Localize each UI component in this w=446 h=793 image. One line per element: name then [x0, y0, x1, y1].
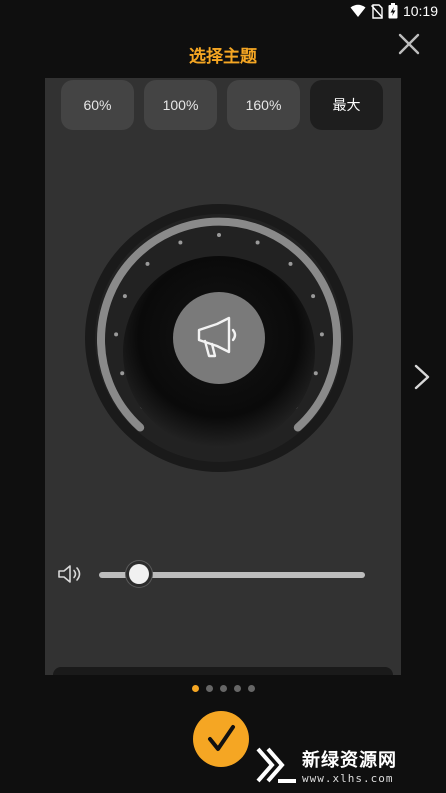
pagination-dots	[0, 685, 446, 692]
knob-tick-dot	[313, 371, 318, 376]
knob-tick-dot	[114, 332, 119, 337]
card-bottom-bar	[53, 667, 393, 675]
close-icon[interactable]	[396, 31, 422, 57]
watermark: 新绿资源网 www.xlhs.com	[256, 740, 436, 790]
status-icons: 10:19	[350, 3, 438, 19]
watermark-logo	[256, 747, 296, 783]
confirm-button[interactable]	[193, 711, 249, 767]
page-title: 选择主题	[189, 47, 257, 67]
volume-slider-row	[57, 558, 387, 588]
battery-charging-icon	[388, 3, 398, 19]
checkmark-icon	[208, 725, 235, 751]
megaphone-badge	[173, 292, 265, 384]
knob-tick-dot	[178, 240, 183, 245]
pagination-dot[interactable]	[247, 685, 255, 692]
pagination-dot[interactable]	[205, 685, 213, 692]
wifi-icon	[350, 4, 366, 17]
preset-160-button[interactable]: 160%	[227, 80, 300, 130]
preset-100-button[interactable]: 100%	[144, 80, 217, 130]
knob-tick-dot	[217, 233, 221, 237]
status-time: 10:19	[402, 3, 438, 19]
knob-tick-dot	[145, 261, 150, 266]
preset-max-button[interactable]: 最大	[310, 80, 383, 130]
knob-tick-dot	[311, 294, 316, 299]
pagination-dot[interactable]	[191, 685, 199, 692]
knob-tick-dot	[288, 261, 293, 266]
knob-tick-dot	[122, 294, 127, 299]
knob-tick-dot	[120, 371, 125, 376]
volume-presets: 60% 100% 160% 最大	[61, 80, 383, 130]
pagination-dot[interactable]	[233, 685, 241, 692]
theme-preview-card: 60% 100% 160% 最大	[45, 78, 401, 675]
chevron-right-icon[interactable]	[413, 363, 431, 391]
watermark-title: 新绿资源网	[302, 749, 397, 771]
pagination-dot[interactable]	[219, 685, 227, 692]
volume-knob[interactable]	[85, 204, 353, 472]
preset-60-button[interactable]: 60%	[61, 80, 134, 130]
watermark-url: www.xlhs.com	[302, 771, 394, 785]
status-bar: 10:19	[0, 0, 446, 24]
volume-slider-thumb[interactable]	[128, 564, 149, 584]
speaker-icon	[58, 565, 81, 583]
no-sim-icon	[370, 3, 383, 19]
knob-tick-dot	[319, 332, 324, 337]
knob-tick-dot	[255, 240, 260, 245]
